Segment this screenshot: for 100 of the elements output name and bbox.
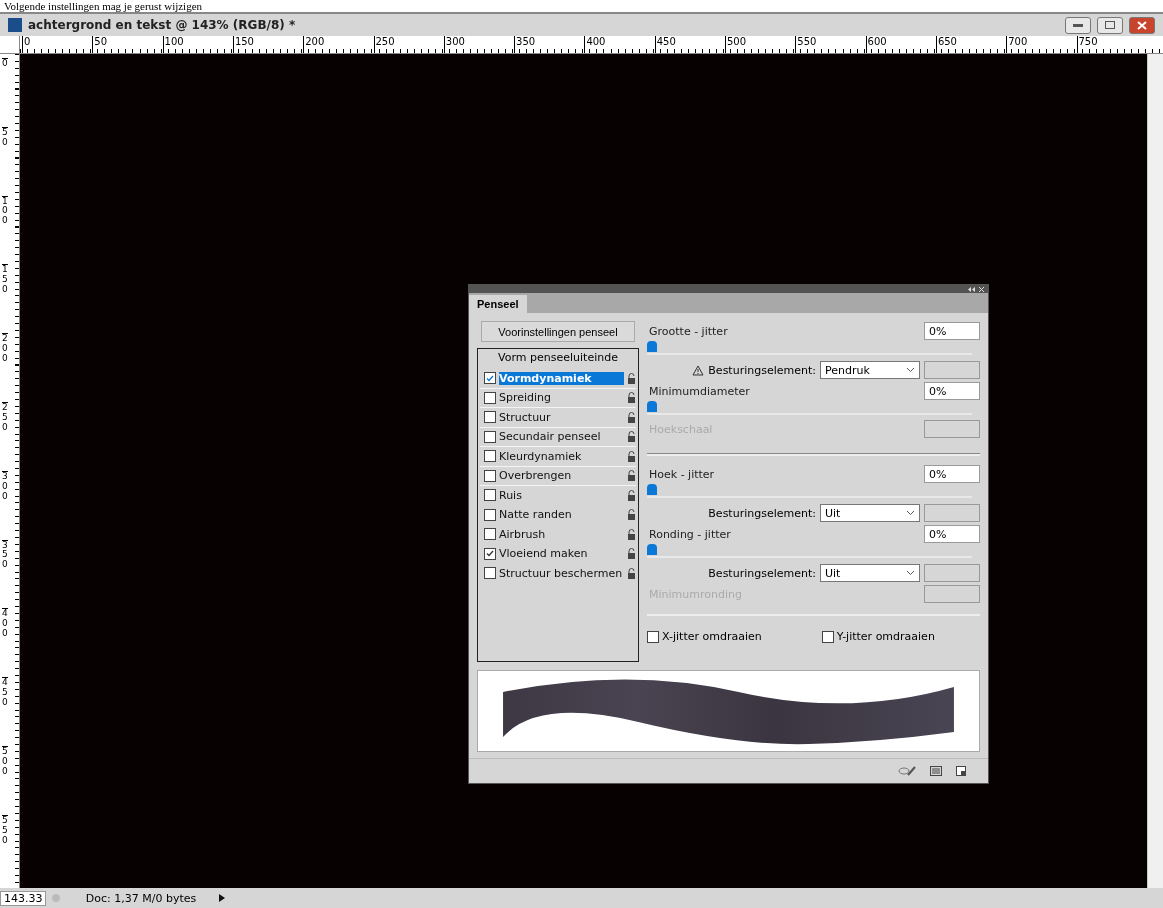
- value-field[interactable]: 0%: [924, 322, 980, 340]
- option-item[interactable]: Spreiding: [499, 391, 624, 405]
- slider-track[interactable]: [647, 544, 972, 558]
- ruler-label: 200: [2, 333, 8, 364]
- checkbox-label: Y-jitter omdraaien: [836, 630, 935, 643]
- ruler-label: 700: [1006, 36, 1028, 53]
- control-label: Besturingselement:: [708, 566, 816, 580]
- new-icon[interactable]: [956, 766, 966, 776]
- ruler-label: 150: [232, 36, 254, 53]
- setting-label: Ronding - jitter: [649, 527, 732, 541]
- value-field[interactable]: 0%: [924, 382, 980, 400]
- checkbox[interactable]: [484, 391, 496, 404]
- lock-icon: [627, 392, 636, 404]
- ruler-label: 600: [865, 36, 887, 53]
- slider-thumb[interactable]: [647, 401, 657, 412]
- ruler-label: 400: [584, 36, 606, 53]
- preset-button[interactable]: Voorinstellingen penseel: [481, 321, 635, 342]
- lock-icon: [627, 372, 636, 384]
- close-button[interactable]: [1129, 16, 1155, 34]
- minimize-icon: [1073, 23, 1083, 27]
- slider-thumb[interactable]: [647, 484, 657, 495]
- control-label: Besturingselement:: [708, 506, 816, 520]
- option-item[interactable]: Airbrush: [499, 527, 624, 541]
- caption-text: Volgende instellingen mag je gerust wijzigen: [3, 0, 203, 12]
- options-header: Vorm penseeluiteinde: [497, 351, 619, 366]
- ruler-label: 250: [373, 36, 395, 53]
- ruler-label: 0: [2, 58, 8, 69]
- checkbox[interactable]: [484, 430, 496, 443]
- slider-track[interactable]: [647, 341, 972, 355]
- ruler-label: 300: [443, 36, 465, 53]
- maximize-button[interactable]: [1097, 16, 1123, 34]
- value-field: [924, 361, 980, 379]
- ruler-label: 450: [654, 36, 676, 53]
- value-field[interactable]: 0%: [924, 465, 980, 483]
- slider-thumb[interactable]: [647, 544, 657, 555]
- checkbox[interactable]: [647, 630, 659, 643]
- checkbox[interactable]: [484, 528, 496, 541]
- window-title: achtergrond en tekst @ 143% (RGB/8) *: [28, 18, 296, 32]
- checkbox[interactable]: [484, 372, 496, 385]
- control-label: Besturingselement:: [708, 363, 816, 377]
- option-item[interactable]: Structuur beschermen: [499, 566, 624, 580]
- value-field: [924, 564, 980, 582]
- ruler-label: 250: [2, 402, 8, 433]
- option-item[interactable]: Ruis: [499, 488, 624, 502]
- setting-label: Minimumdiameter: [649, 384, 751, 398]
- slider-track[interactable]: [647, 484, 972, 498]
- app-icon: [8, 18, 22, 32]
- ruler-label: 500: [2, 746, 8, 777]
- lock-icon: [627, 509, 636, 521]
- maximize-icon: [1105, 21, 1115, 29]
- setting-label: Grootte - jitter: [649, 324, 729, 338]
- zoom-field[interactable]: 143.33: [0, 890, 46, 906]
- panel-tab[interactable]: Penseel: [469, 295, 527, 313]
- checkbox[interactable]: [484, 508, 496, 521]
- checkbox[interactable]: [484, 547, 496, 560]
- ruler-label: 150: [2, 264, 8, 296]
- grid-icon[interactable]: [930, 766, 942, 776]
- option-item[interactable]: Natte randen: [499, 508, 624, 522]
- option-item[interactable]: Structuur: [499, 410, 624, 424]
- ruler-label: 550: [795, 36, 817, 53]
- option-item[interactable]: Vloeiend maken: [499, 547, 624, 561]
- checkbox[interactable]: [484, 411, 496, 424]
- lock-icon: [627, 450, 636, 462]
- control-dropdown[interactable]: Pendruk: [820, 361, 920, 379]
- ruler-label: 100: [2, 195, 8, 227]
- option-item[interactable]: Secundair penseel: [499, 430, 624, 444]
- control-dropdown[interactable]: Uit: [820, 504, 920, 522]
- ruler-label: 50: [2, 126, 8, 148]
- checkbox[interactable]: [484, 489, 496, 502]
- value-field: [924, 585, 980, 603]
- lock-icon: [627, 567, 636, 579]
- checkbox[interactable]: [484, 450, 496, 463]
- slider-track[interactable]: [647, 401, 972, 415]
- ruler-label: 400: [2, 608, 8, 640]
- control-dropdown[interactable]: Uit: [820, 564, 920, 582]
- option-item[interactable]: Vormdynamiek: [499, 371, 624, 385]
- slider-thumb[interactable]: [647, 341, 657, 352]
- option-item[interactable]: Kleurdynamiek: [499, 449, 624, 463]
- lock-icon: [627, 470, 636, 482]
- ruler-label: 50: [92, 36, 108, 53]
- ruler-label: 200: [303, 36, 325, 53]
- warning-icon: [692, 364, 705, 376]
- ruler-label: 550: [2, 814, 8, 846]
- checkbox[interactable]: [484, 469, 496, 482]
- value-field: [924, 504, 980, 522]
- brush-icon[interactable]: [898, 766, 916, 776]
- lock-icon: [627, 411, 636, 423]
- lock-icon: [627, 431, 636, 443]
- ruler-label: 450: [2, 677, 8, 708]
- checkbox[interactable]: [484, 567, 496, 580]
- option-item[interactable]: Overbrengen: [499, 469, 624, 483]
- value-field[interactable]: 0%: [924, 525, 980, 543]
- ruler-label: 350: [514, 36, 536, 53]
- ruler-label: 300: [2, 470, 8, 502]
- checkbox[interactable]: [821, 630, 834, 643]
- ruler-label: 750: [1076, 36, 1098, 53]
- close-icon[interactable]: [979, 286, 984, 292]
- lock-icon: [627, 528, 636, 540]
- minimize-button[interactable]: [1065, 16, 1091, 34]
- caret-icon: [906, 367, 915, 373]
